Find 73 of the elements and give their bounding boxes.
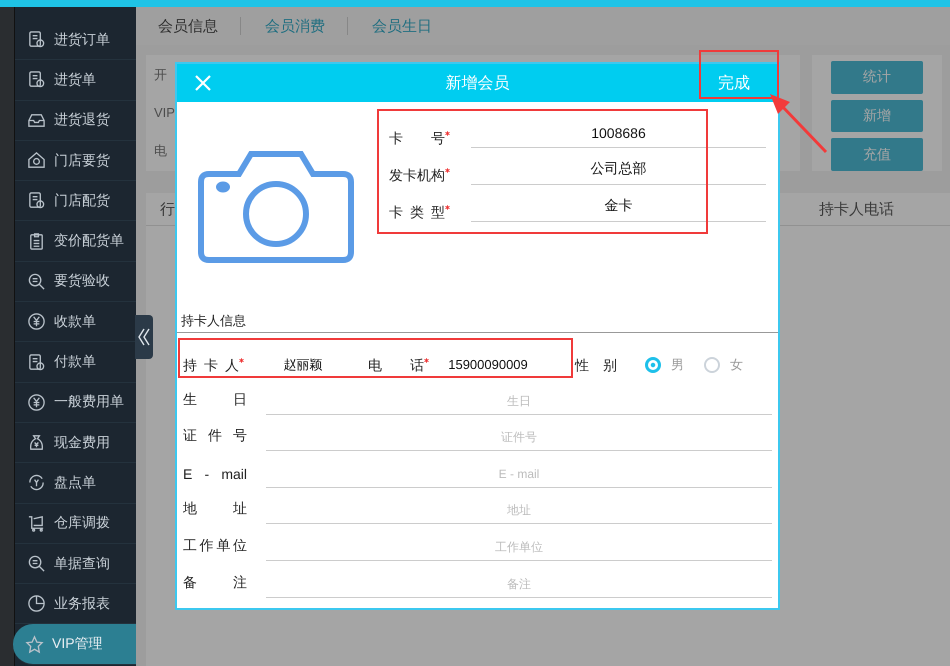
cycle-icon <box>27 473 46 492</box>
filter-label: VIP <box>154 105 175 120</box>
search-icon <box>27 554 46 573</box>
sidebar-item-label: 现金费用 <box>54 434 110 452</box>
input-field[interactable]: 备注 <box>266 576 772 598</box>
clipboard-icon <box>27 232 46 251</box>
money-bag-icon <box>27 433 46 452</box>
field-label: 性别 <box>575 357 617 373</box>
field-label: 卡类型 <box>389 204 445 222</box>
sidebar-item-label: 一般费用单 <box>54 393 124 412</box>
close-button[interactable] <box>194 74 212 92</box>
input-field[interactable]: 公司总部 <box>471 160 766 185</box>
radio-button[interactable] <box>645 357 661 373</box>
input-field[interactable]: E - mail <box>266 466 772 488</box>
sidebar-item-label: 收款单 <box>54 312 96 331</box>
input-field[interactable]: 工作单位 <box>266 540 772 561</box>
dialog-title: 新增会员 <box>444 74 510 94</box>
document-icon <box>27 352 46 372</box>
sidebar-item-label: 业务报表 <box>54 594 110 613</box>
field-label: 持卡人 <box>183 357 239 373</box>
field-label: 工作单位 <box>183 536 247 555</box>
input-field[interactable]: 15900090009 <box>435 357 541 373</box>
pie-chart-icon <box>27 594 46 614</box>
field-label: 卡号 <box>389 130 445 148</box>
input-field[interactable]: 赵丽颖 <box>244 357 362 373</box>
double-chevron-icon <box>138 327 150 347</box>
sidebar-item-label: 单据查询 <box>54 554 110 572</box>
field-label: 电话 <box>368 357 424 373</box>
search-icon <box>27 272 46 291</box>
house-icon <box>27 151 46 170</box>
field-label: 生日 <box>183 390 247 409</box>
input-field[interactable]: 金卡 <box>471 197 766 222</box>
radio-label: 女 <box>730 357 743 373</box>
input-field[interactable]: 1008686 <box>471 125 766 148</box>
field-label: E - mail <box>183 466 247 482</box>
collapse-button[interactable] <box>135 315 153 359</box>
sidebar-item-label: 门店要货 <box>54 152 110 170</box>
sidebar-item-label: 付款单 <box>54 353 96 372</box>
sidebar-item-label: 变价配货单 <box>54 232 124 250</box>
sidebar-item-label: 进货退货 <box>54 111 110 130</box>
radio-label: 男 <box>671 357 684 373</box>
star-icon <box>25 634 44 654</box>
field-label: 证件号 <box>183 427 247 446</box>
close-icon <box>195 75 211 91</box>
column-header: 行 <box>160 200 175 218</box>
sidebar-item-label: 进货单 <box>54 70 96 89</box>
camera-icon[interactable] <box>197 150 355 264</box>
document-icon <box>27 191 46 210</box>
field-label: 发卡机构 <box>389 167 445 185</box>
field-label: 地址 <box>183 500 247 518</box>
yen-icon <box>27 312 46 332</box>
annotation-arrow <box>770 94 828 154</box>
cart-icon <box>27 514 46 533</box>
input-field[interactable]: 证件号 <box>266 430 772 452</box>
yen-icon <box>27 392 46 412</box>
radio-button[interactable] <box>704 357 720 373</box>
input-field[interactable]: 生日 <box>266 394 772 415</box>
document-icon <box>27 30 46 50</box>
input-field[interactable]: 地址 <box>266 503 772 524</box>
sidebar-item-label: 门店配货 <box>54 192 110 210</box>
sidebar-item[interactable]: VIP管理 <box>13 624 136 665</box>
filter-label: 开 <box>154 66 167 84</box>
sidebar-item-label: 仓库调拨 <box>54 514 110 532</box>
section-title: 持卡人信息 <box>177 306 778 333</box>
sidebar-item-label: 盘点单 <box>54 474 96 492</box>
field-label: 备注 <box>183 574 247 592</box>
column-header: 持卡人电话 <box>819 200 894 218</box>
tab[interactable]: 会员信息 <box>158 16 240 36</box>
sidebar-item-label: 进货订单 <box>54 30 110 49</box>
sidebar-item-label: 要货验收 <box>54 272 110 290</box>
sidebar-item-label: VIP管理 <box>52 635 103 654</box>
document-icon <box>27 70 46 90</box>
filter-label: 电 <box>154 142 167 160</box>
